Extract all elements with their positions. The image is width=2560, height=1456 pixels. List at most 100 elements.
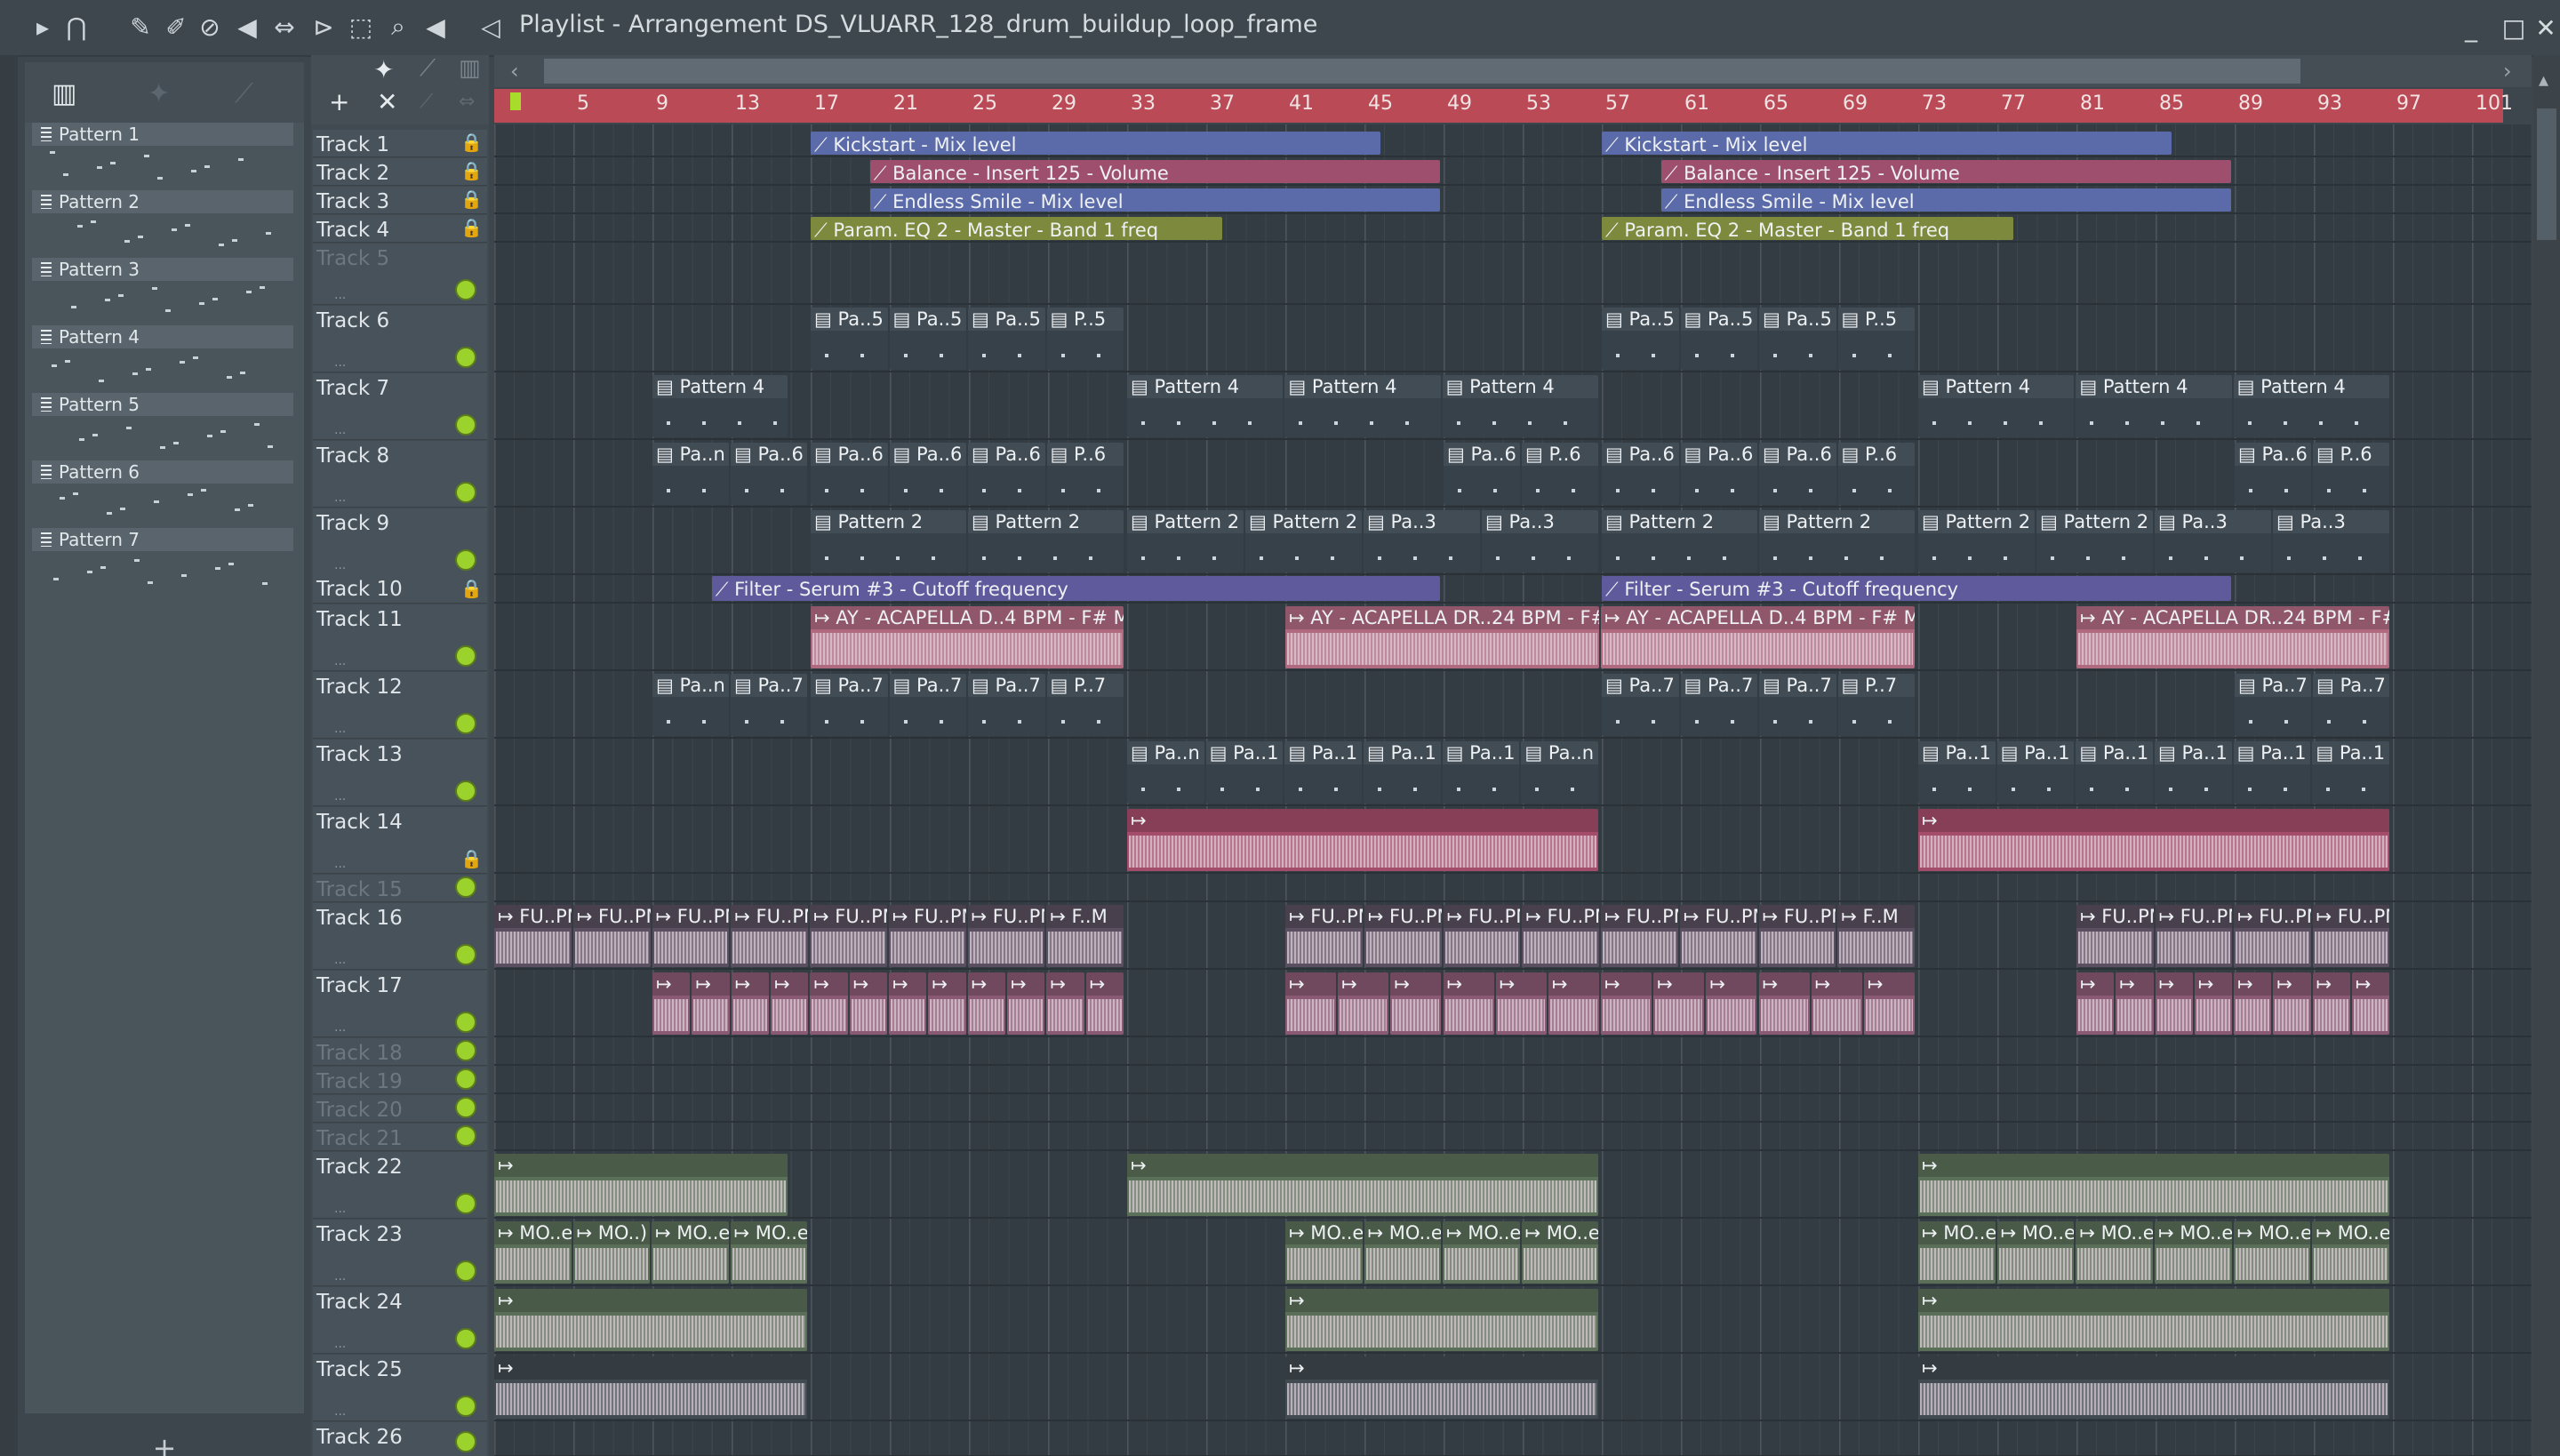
overview-window[interactable]	[544, 59, 2300, 84]
snap-icon[interactable]: ✦	[373, 55, 394, 84]
delete-icon[interactable]: ⊘	[194, 11, 226, 43]
pattern-clip[interactable]: ▤ Pa..3	[1364, 510, 1480, 572]
track-mute-button[interactable]	[455, 944, 476, 965]
track-header[interactable]: Track 16...	[313, 903, 487, 970]
pattern-clip[interactable]: ▤ P..7	[1046, 674, 1124, 736]
auto-icon[interactable]: ⟋	[420, 91, 433, 113]
pattern-clip[interactable]: ▤ Pattern 4	[2233, 375, 2389, 437]
zoom-icon[interactable]: ⌕	[382, 11, 414, 43]
pattern-clip[interactable]: ▤ Pa..n 7	[652, 674, 729, 736]
audio-clip[interactable]: ↦ MO..e)	[730, 1221, 807, 1284]
pattern-clip[interactable]: ▤ Pa..3	[2155, 510, 2271, 572]
close-icon[interactable]: ✕	[377, 87, 397, 116]
automation-clip[interactable]: ⟋ Endless Smile - Mix level	[1660, 188, 2231, 212]
playlist-overview[interactable]: ‹ ›	[494, 55, 2532, 87]
track-header[interactable]: Track 22...	[313, 1152, 487, 1219]
audio-clip[interactable]: ↦	[2273, 972, 2311, 1035]
audio-clip[interactable]: ↦ MO..e)	[2155, 1221, 2232, 1284]
audio-clip[interactable]: ↦ FU..PM	[2312, 905, 2389, 967]
track-mute-button[interactable]	[455, 645, 476, 667]
automation-clip[interactable]: ⟋ Filter - Serum #3 - Cutoff frequency	[1602, 576, 2231, 601]
maximize-button[interactable]: □	[2496, 11, 2532, 46]
track-mute-button[interactable]	[455, 1431, 476, 1452]
paint-brush-icon[interactable]: ✐	[160, 11, 192, 43]
audio-clip[interactable]: ↦ FU..PM	[652, 905, 730, 967]
audio-clip[interactable]: ↦ MO..e)	[2312, 1221, 2389, 1284]
pattern-clip[interactable]: ▤ Pattern 2	[811, 510, 966, 572]
pattern-item[interactable]: Pattern 6	[32, 460, 293, 523]
track-header[interactable]: Track 4 🔒	[313, 215, 487, 243]
audio-clip[interactable]: ↦	[1443, 972, 1494, 1035]
track-mute-button[interactable]	[455, 279, 476, 300]
track-mute-button[interactable]	[455, 780, 476, 802]
audio-clip[interactable]: ↦ FU..PM	[2155, 905, 2232, 967]
track-header[interactable]: Track 23...	[313, 1220, 487, 1286]
pattern-clip[interactable]: ▤ Pattern 4	[1918, 375, 2075, 437]
track-mute-button[interactable]	[455, 1328, 476, 1349]
pattern-clip[interactable]: ▤ Pa..1	[1364, 741, 1441, 804]
pattern-clip[interactable]: ▤ Pa..1	[2076, 741, 2153, 804]
track-header[interactable]: Track 13...	[313, 740, 487, 806]
lock-icon[interactable]: 🔒	[460, 190, 483, 208]
scroll-up-icon[interactable]: ▴	[2539, 69, 2548, 92]
audio-clip[interactable]: ↦ FU..PM	[572, 905, 651, 967]
pattern-clip[interactable]: ▤ Pa..6	[1759, 443, 1836, 505]
automation-clip[interactable]: ⟋ Param. EQ 2 - Master - Band 1 freq	[811, 217, 1223, 240]
pattern-clip[interactable]: ▤ Pa..6	[1680, 443, 1757, 505]
pattern-item[interactable]: Pattern 1	[32, 123, 293, 185]
audio-clip[interactable]: ↦ MO..e)	[652, 1221, 729, 1284]
audio-clip[interactable]: ↦	[1046, 972, 1084, 1035]
lock-icon[interactable]: 🔒	[460, 133, 483, 151]
audio-clip[interactable]: ↦ FU..PM	[1758, 905, 1836, 967]
audio-clip[interactable]: ↦ FU..PM	[1285, 905, 1363, 967]
audio-clip[interactable]: ↦	[1285, 1356, 1598, 1419]
track-header[interactable]: Track 17...	[313, 971, 487, 1037]
audio-clip[interactable]: ↦ FU..PM	[888, 905, 966, 967]
lock-icon[interactable]: 🔒	[460, 219, 483, 236]
pattern-clip[interactable]: ▤ Pa..1	[2155, 741, 2232, 804]
playlist-grid[interactable]: ⟋ Kickstart - Mix level ⟋ Kickstart - Mix…	[494, 124, 2532, 1456]
audio-clip[interactable]: ↦ AY - ACAPELLA DR..24 BPM - F# MINOR	[1285, 606, 1599, 668]
pattern-clip[interactable]: ▤ Pattern 2	[1602, 510, 1757, 572]
track-mute-button[interactable]	[455, 1040, 476, 1061]
pattern-clip[interactable]: ▤ Pa..1	[1918, 741, 1996, 804]
audio-clip[interactable]: ↦ FU..PM	[967, 905, 1045, 967]
audio-clip[interactable]: ↦	[1863, 972, 1915, 1035]
pattern-clip[interactable]: ▤ Pa..5	[968, 308, 1045, 370]
track-header[interactable]: Track 24...	[313, 1287, 487, 1354]
audio-clip[interactable]: ↦	[967, 972, 1005, 1035]
pattern-clip[interactable]: ▤ Pattern 4	[1127, 375, 1284, 437]
audio-clip[interactable]: ↦	[810, 972, 848, 1035]
audio-clip[interactable]: ↦	[1601, 972, 1652, 1035]
audio-clip[interactable]: ↦ MO..e)	[1918, 1221, 1996, 1284]
lock-icon[interactable]: 🔒	[460, 580, 483, 597]
pattern-clip[interactable]: ▤ Pa..7	[1759, 674, 1836, 736]
audio-clip[interactable]: ↦	[1085, 972, 1124, 1035]
audio-clip[interactable]: ↦	[2155, 972, 2193, 1035]
track-mute-button[interactable]	[455, 1125, 476, 1147]
audio-clip[interactable]: ↦	[2076, 972, 2115, 1035]
pattern-clip[interactable]: ▤ Pattern 2	[1127, 510, 1244, 572]
audio-clip[interactable]: ↦	[494, 1356, 807, 1419]
audio-clip[interactable]: ↦ FU..PM	[731, 905, 808, 967]
audio-clip[interactable]: ↦ FU..PM	[494, 905, 572, 967]
link-icon[interactable]: ⟋	[420, 55, 436, 83]
pattern-clip[interactable]: ▤ Pa..5	[889, 308, 966, 370]
audio-clip[interactable]: ↦	[1338, 972, 1389, 1035]
pattern-clip[interactable]: ▤ Pa..7	[1680, 674, 1757, 736]
add-track-button[interactable]: +	[329, 87, 349, 116]
pattern-clip[interactable]: ▤ Pa..6	[889, 443, 966, 505]
audio-clip[interactable]: ↦	[1495, 972, 1547, 1035]
track-mute-button[interactable]	[455, 1193, 476, 1214]
audio-clip[interactable]: ↦	[928, 972, 966, 1035]
audio-clip[interactable]: ↦	[1548, 972, 1599, 1035]
pattern-clip[interactable]: ▤ Pa..3	[2273, 510, 2389, 572]
track-header[interactable]: Track 21	[313, 1124, 487, 1151]
pattern-clip[interactable]: ▤ P..7	[1837, 674, 1915, 736]
pattern-clip[interactable]: ▤ Pa..7	[968, 674, 1045, 736]
audio-clip[interactable]: ↦ FU..PM	[1679, 905, 1757, 967]
audio-clip[interactable]: ↦ MO..e)	[1285, 1221, 1363, 1284]
audio-clip[interactable]: ↦	[771, 972, 809, 1035]
audio-clip[interactable]: ↦	[2312, 972, 2350, 1035]
select-icon[interactable]: ⬚	[345, 11, 377, 43]
